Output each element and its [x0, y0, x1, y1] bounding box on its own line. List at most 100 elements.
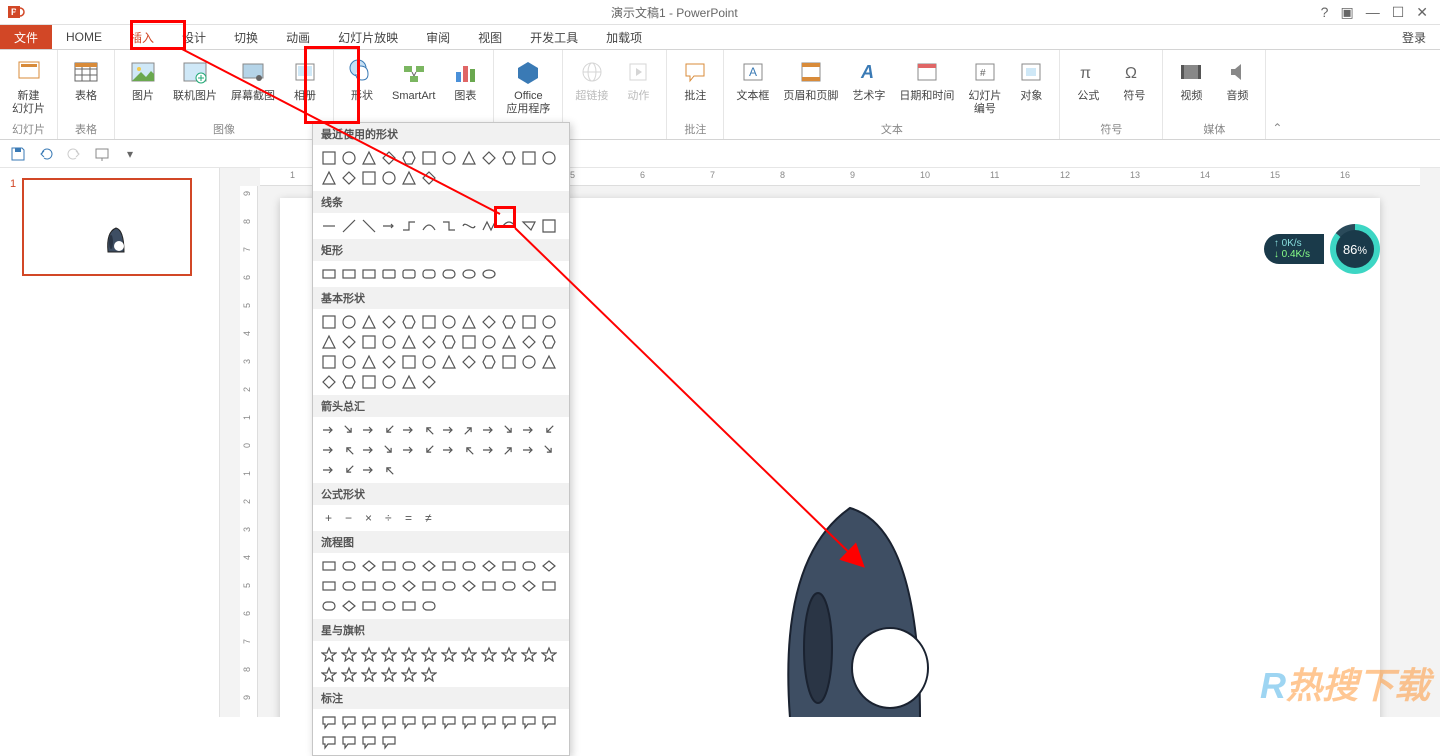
shape-rect-3[interactable]	[379, 264, 399, 284]
shape-flow-3[interactable]	[379, 556, 399, 576]
shape-basic-27[interactable]	[379, 352, 399, 372]
shape-flow-5[interactable]	[419, 556, 439, 576]
shape-arrow-2[interactable]	[359, 420, 379, 440]
shape-flow-24[interactable]	[319, 596, 339, 616]
shape-basic-39[interactable]	[379, 372, 399, 392]
shape-basic-28[interactable]	[399, 352, 419, 372]
picture-button[interactable]: 图片	[123, 54, 163, 105]
shape-lines-11[interactable]	[539, 216, 559, 236]
shape-basic-36[interactable]	[319, 372, 339, 392]
shape-arrow-11[interactable]	[539, 420, 559, 440]
shape-call-12[interactable]	[319, 732, 339, 752]
tab-transition[interactable]: 切换	[220, 25, 272, 49]
shape-flow-8[interactable]	[479, 556, 499, 576]
shape-call-4[interactable]	[399, 712, 419, 732]
shape-flow-14[interactable]	[359, 576, 379, 596]
shape-arrow-16[interactable]	[399, 440, 419, 460]
shape-basic-34[interactable]	[519, 352, 539, 372]
shape-rect-1[interactable]	[339, 264, 359, 284]
shape-basic-5[interactable]	[419, 312, 439, 332]
shape-flow-2[interactable]	[359, 556, 379, 576]
shape-eq-1[interactable]: −	[339, 508, 359, 528]
shape-eq-0[interactable]: +	[319, 508, 339, 528]
tab-addins[interactable]: 加载项	[592, 25, 656, 49]
shape-flow-21[interactable]	[499, 576, 519, 596]
shape-arrow-18[interactable]	[439, 440, 459, 460]
shape-basic-8[interactable]	[479, 312, 499, 332]
header-footer-button[interactable]: 页眉和页脚	[779, 54, 842, 105]
shape-call-8[interactable]	[479, 712, 499, 732]
shape-basic-15[interactable]	[379, 332, 399, 352]
tab-view[interactable]: 视图	[464, 25, 516, 49]
shape-basic-26[interactable]	[359, 352, 379, 372]
shape-recent-6[interactable]	[439, 148, 459, 168]
shape-call-1[interactable]	[339, 712, 359, 732]
shape-basic-38[interactable]	[359, 372, 379, 392]
shape-call-5[interactable]	[419, 712, 439, 732]
collapse-ribbon-icon[interactable]: ⌃	[1266, 50, 1288, 139]
shape-arrow-9[interactable]	[499, 420, 519, 440]
qat-customize-icon[interactable]: ▾	[120, 144, 140, 164]
shapes-button[interactable]: 形状	[342, 54, 382, 105]
shape-call-10[interactable]	[519, 712, 539, 732]
tab-home[interactable]: HOME	[52, 25, 116, 49]
shape-star-13[interactable]	[339, 664, 359, 684]
shape-flow-20[interactable]	[479, 576, 499, 596]
shape-rect-8[interactable]	[479, 264, 499, 284]
shape-eq-3[interactable]: ÷	[379, 508, 399, 528]
shape-basic-21[interactable]	[499, 332, 519, 352]
shape-arrow-21[interactable]	[499, 440, 519, 460]
shape-basic-25[interactable]	[339, 352, 359, 372]
shape-basic-16[interactable]	[399, 332, 419, 352]
tab-insert[interactable]: 插入	[116, 25, 168, 49]
shape-star-5[interactable]	[419, 644, 439, 664]
shape-basic-31[interactable]	[459, 352, 479, 372]
textbox-button[interactable]: A文本框	[732, 54, 773, 105]
shape-arrow-20[interactable]	[479, 440, 499, 460]
shape-arrow-10[interactable]	[519, 420, 539, 440]
shape-recent-8[interactable]	[479, 148, 499, 168]
shape-basic-2[interactable]	[359, 312, 379, 332]
shape-star-16[interactable]	[399, 664, 419, 684]
shape-flow-7[interactable]	[459, 556, 479, 576]
shape-arrow-4[interactable]	[399, 420, 419, 440]
shape-lines-7[interactable]	[459, 216, 479, 236]
shape-recent-2[interactable]	[359, 148, 379, 168]
shape-arrow-1[interactable]	[339, 420, 359, 440]
shape-call-13[interactable]	[339, 732, 359, 752]
shape-arrow-5[interactable]	[419, 420, 439, 440]
shape-basic-20[interactable]	[479, 332, 499, 352]
shape-flow-6[interactable]	[439, 556, 459, 576]
chart-button[interactable]: 图表	[445, 54, 485, 105]
shape-recent-13[interactable]	[339, 168, 359, 188]
smartart-button[interactable]: SmartArt	[388, 54, 439, 105]
shape-recent-9[interactable]	[499, 148, 519, 168]
close-icon[interactable]: ✕	[1416, 4, 1428, 21]
shape-arrow-13[interactable]	[339, 440, 359, 460]
shape-basic-10[interactable]	[519, 312, 539, 332]
shape-basic-30[interactable]	[439, 352, 459, 372]
shape-arrow-19[interactable]	[459, 440, 479, 460]
penguin-shape[interactable]	[770, 498, 950, 717]
shape-call-6[interactable]	[439, 712, 459, 732]
shape-flow-29[interactable]	[419, 596, 439, 616]
tab-slideshow[interactable]: 幻灯片放映	[324, 25, 412, 49]
shape-rect-7[interactable]	[459, 264, 479, 284]
shape-arrow-14[interactable]	[359, 440, 379, 460]
shape-recent-14[interactable]	[359, 168, 379, 188]
shape-flow-0[interactable]	[319, 556, 339, 576]
shape-recent-16[interactable]	[399, 168, 419, 188]
shape-flow-19[interactable]	[459, 576, 479, 596]
tab-animation[interactable]: 动画	[272, 25, 324, 49]
shape-recent-5[interactable]	[419, 148, 439, 168]
shape-basic-32[interactable]	[479, 352, 499, 372]
shape-star-9[interactable]	[499, 644, 519, 664]
shape-flow-22[interactable]	[519, 576, 539, 596]
shape-lines-6[interactable]	[439, 216, 459, 236]
undo-icon[interactable]	[36, 144, 56, 164]
table-button[interactable]: 表格	[66, 54, 106, 105]
shape-star-8[interactable]	[479, 644, 499, 664]
shape-star-15[interactable]	[379, 664, 399, 684]
shape-arrow-15[interactable]	[379, 440, 399, 460]
shape-basic-7[interactable]	[459, 312, 479, 332]
